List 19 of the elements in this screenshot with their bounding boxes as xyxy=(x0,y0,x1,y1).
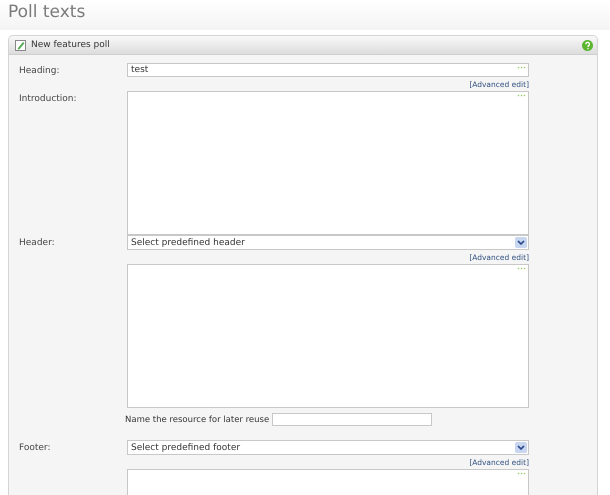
field-label: Introduction: xyxy=(19,93,78,106)
field-label: Heading: xyxy=(19,65,60,78)
panel-title: New features poll xyxy=(31,40,111,50)
heading-field[interactable]: test xyxy=(127,63,529,77)
dropdown-icon[interactable] xyxy=(515,442,527,453)
resize-icon[interactable] xyxy=(517,66,526,69)
field-label: Footer: xyxy=(19,442,52,455)
dropdown-icon[interactable] xyxy=(515,237,527,248)
field-label: Header: xyxy=(19,237,56,250)
text-area[interactable] xyxy=(127,264,529,408)
resize-icon[interactable] xyxy=(517,267,526,270)
select-field[interactable]: Select predefined header xyxy=(127,235,529,250)
resize-icon[interactable] xyxy=(517,472,526,475)
edit-icon xyxy=(15,40,26,50)
resource-name-field[interactable] xyxy=(272,413,432,426)
resource-label: Name the resource for later reuse xyxy=(125,414,270,424)
help-icon[interactable] xyxy=(582,40,593,50)
select-field[interactable]: Select predefined footer xyxy=(127,440,529,455)
resize-icon[interactable] xyxy=(517,94,526,97)
